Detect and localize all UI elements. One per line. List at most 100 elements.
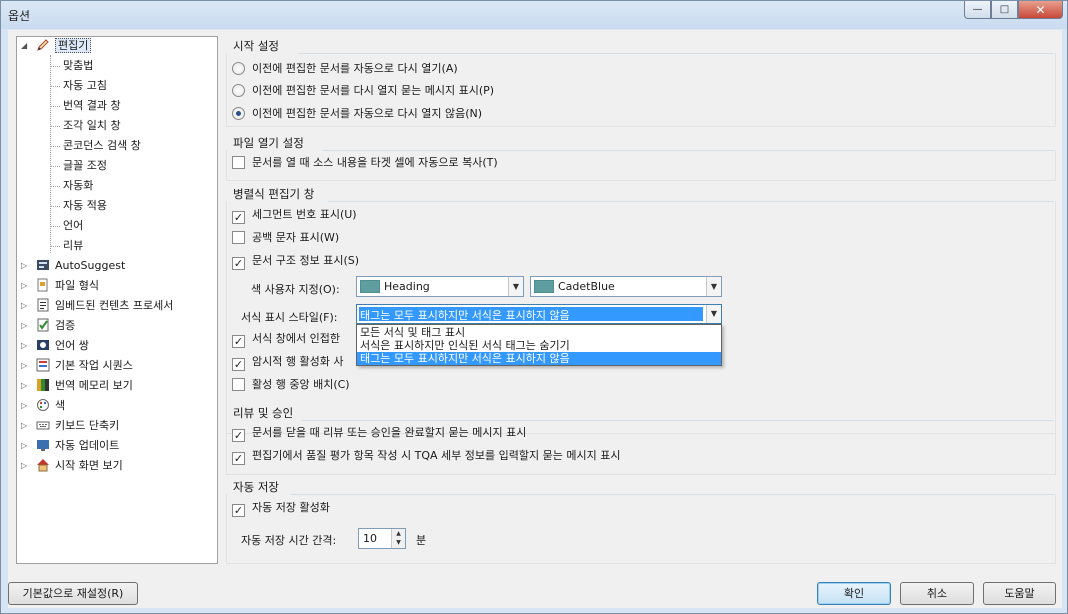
expand-arrow-icon[interactable]: ▷ [21,337,30,355]
maximize-button[interactable]: □ [991,1,1018,19]
autosave-interval-unit: 분 [416,534,427,547]
radio-button[interactable] [232,84,245,97]
checkbox-autosave[interactable]: ✓ 자동 저장 활성화 [232,499,330,517]
spin-down-icon[interactable]: ▼ [392,538,405,547]
tree-guide-line [50,126,60,127]
stepper-value[interactable]: 10 [363,532,377,545]
checkbox-label: 문서 구조 정보 표시(S) [252,254,360,267]
tree-node-editor-child[interactable]: 언어 [63,217,83,235]
checkbox-checked[interactable]: ✓ [232,257,245,270]
color-combo-color[interactable]: CadetBlue ▼ [530,276,722,297]
autosave-interval-stepper[interactable]: 10 ▲ ▼ [358,528,406,549]
expand-arrow-icon[interactable]: ▷ [21,357,30,375]
checkbox-implicit-row[interactable]: ✓ 암시적 행 활성화 사 [232,353,343,371]
tree-node-label: 콘코던스 검색 창 [63,139,141,152]
tree-node-label: 자동 업데이트 [55,439,120,452]
tree-node-editor-child[interactable]: 조각 일치 창 [63,117,121,135]
group-title: 시작 설정 [233,39,279,53]
checkbox[interactable] [232,378,245,391]
tree-node-label: 시작 화면 보기 [55,459,123,472]
checkbox-checked[interactable]: ✓ [232,211,245,224]
checkbox-label: 편집기에서 품질 평가 항목 작성 시 TQA 세부 정보를 입력할지 묻는 메… [252,449,621,462]
dropdown-option[interactable]: 모든 서식 및 태그 표시 [357,326,721,339]
radio-reopen-auto[interactable]: 이전에 편집한 문서를 자동으로 다시 열기(A) [232,60,458,78]
group-autosave: 자동 저장 ✓ 자동 저장 활성화 자동 저장 시간 간격: 10 ▲ ▼ 분 [224,478,1056,564]
checkbox-checked[interactable]: ✓ [232,452,245,465]
expand-arrow-icon[interactable]: ▷ [21,257,30,275]
tree-node-editor-child[interactable]: 맞춤법 [63,57,93,75]
title-bar[interactable]: 옵션 — □ ✕ [1,1,1067,29]
checkbox-doc-structure[interactable]: ✓ 문서 구조 정보 표시(S) [232,252,359,270]
tree-node-editor-child[interactable]: 리뷰 [63,237,83,255]
color-combo-element[interactable]: Heading ▼ [356,276,524,297]
tree-guide-line [50,166,60,167]
tree-node-editor-child[interactable]: 번역 결과 창 [63,97,121,115]
chevron-down-icon[interactable]: ▼ [706,277,721,296]
checkbox-label: 서식 창에서 인접한 [252,332,340,345]
tree-node-editor-child[interactable]: 콘코던스 검색 창 [63,137,141,155]
expand-arrow-icon[interactable]: ▷ [21,297,30,315]
expand-arrow-icon[interactable]: ▷ [21,397,30,415]
reset-defaults-button[interactable]: 기본값으로 재설정(R) [8,582,138,605]
translation-memory-icon [35,378,51,392]
options-tree[interactable]: ◢ 편집기 맞춤법 자동 고침 번역 결과 창 조각 일치 창 콘코던스 검색 창 글꼴 … [16,36,218,564]
checkbox-whitespace[interactable]: 공백 문자 표시(W) [232,229,339,247]
spin-up-icon[interactable]: ▲ [392,529,405,538]
checkbox-label: 자동 저장 활성화 [252,501,330,514]
checkbox-review-prompt[interactable]: ✓ 문서를 닫을 때 리뷰 또는 승인을 완료할지 묻는 메시지 표시 [232,424,526,442]
expand-arrow-icon[interactable]: ▷ [21,417,30,435]
group-title: 리뷰 및 승인 [233,406,294,420]
checkbox-adjacent[interactable]: ✓ 서식 창에서 인접한 [232,330,340,348]
checkbox-checked[interactable]: ✓ [232,335,245,348]
home-icon [35,458,51,472]
expand-arrow-icon[interactable]: ▷ [21,277,30,295]
radio-reopen-never[interactable]: 이전에 편집한 문서를 자동으로 다시 열지 않음(N) [232,105,482,123]
checkbox-center-active[interactable]: 활성 행 중앙 배치(C) [232,376,350,394]
checkbox-label: 문서를 열 때 소스 내용을 타겟 셀에 자동으로 복사(T) [252,156,498,169]
radio-reopen-prompt[interactable]: 이전에 편집한 문서를 다시 열지 묻는 메시지 표시(P) [232,82,494,100]
close-button[interactable]: ✕ [1018,1,1063,19]
tree-node-editor-child[interactable]: 글꼴 조정 [63,157,107,175]
ok-button[interactable]: 확인 [817,582,891,605]
radio-label: 이전에 편집한 문서를 다시 열지 묻는 메시지 표시(P) [252,84,495,97]
radio-button[interactable] [232,62,245,75]
keyboard-icon [35,418,51,432]
group-title: 병렬식 편집기 창 [233,187,315,201]
dropdown-option[interactable]: 서식은 표시하지만 인식된 서식 태그는 숨기기 [357,339,721,352]
checkbox-copy-source[interactable]: 문서를 열 때 소스 내용을 타겟 셀에 자동으로 복사(T) [232,154,498,172]
tree-node-editor-child[interactable]: 자동화 [63,177,93,195]
format-style-dropdown-list[interactable]: 모든 서식 및 태그 표시 서식은 표시하지만 인식된 서식 태그는 숨기기 태… [356,324,722,366]
radio-button-selected[interactable] [232,107,245,120]
color-combo-value: Heading [384,280,430,293]
help-button[interactable]: 도움말 [983,582,1056,605]
tree-node-editor-child[interactable]: 자동 적용 [63,197,107,215]
checkbox[interactable] [232,156,245,169]
tree-node-label: 자동 적용 [63,199,107,212]
checkbox-checked[interactable]: ✓ [232,358,245,371]
checkbox-checked[interactable]: ✓ [232,504,245,517]
checkbox-checked[interactable]: ✓ [232,429,245,442]
expand-arrow-icon[interactable]: ▷ [21,317,30,335]
tree-node-editor-child[interactable]: 자동 고침 [63,77,107,95]
expand-arrow-icon[interactable]: ▷ [21,457,30,475]
group-parallel-editor: 병렬식 편집기 창 ✓ 세그먼트 번호 표시(U) 공백 문자 표시(W) ✓ 문서… [224,184,1056,434]
format-style-select[interactable]: 태그는 모두 표시하지만 서식은 표시하지 않음 ▼ [356,304,722,324]
group-border [226,494,1056,564]
dialog-client-area: ◢ 편집기 맞춤법 자동 고침 번역 결과 창 조각 일치 창 콘코던스 검색 창 글꼴 … [8,30,1062,608]
checkbox-tqa-prompt[interactable]: ✓ 편집기에서 품질 평가 항목 작성 시 TQA 세부 정보를 입력할지 묻는 … [232,447,620,465]
expand-arrow-icon[interactable]: ▷ [21,377,30,395]
expand-arrow-icon[interactable]: ▷ [21,437,30,455]
dropdown-option-highlighted[interactable]: 태그는 모두 표시하지만 서식은 표시하지 않음 [357,352,721,365]
palette-icon [35,398,51,412]
minimize-button[interactable]: — [964,1,991,19]
window-title: 옵션 [8,9,31,23]
checkbox[interactable] [232,231,245,244]
checkbox-segment-numbers[interactable]: ✓ 세그먼트 번호 표시(U) [232,206,357,224]
tree-node-label: 리뷰 [63,239,84,252]
collapse-arrow-icon[interactable]: ◢ [21,37,30,55]
chevron-down-icon[interactable]: ▼ [706,305,721,323]
chevron-down-icon[interactable]: ▼ [508,277,523,296]
tree-node-label: AutoSuggest [55,259,126,272]
tree-guide-line [50,146,60,147]
cancel-button[interactable]: 취소 [900,582,974,605]
